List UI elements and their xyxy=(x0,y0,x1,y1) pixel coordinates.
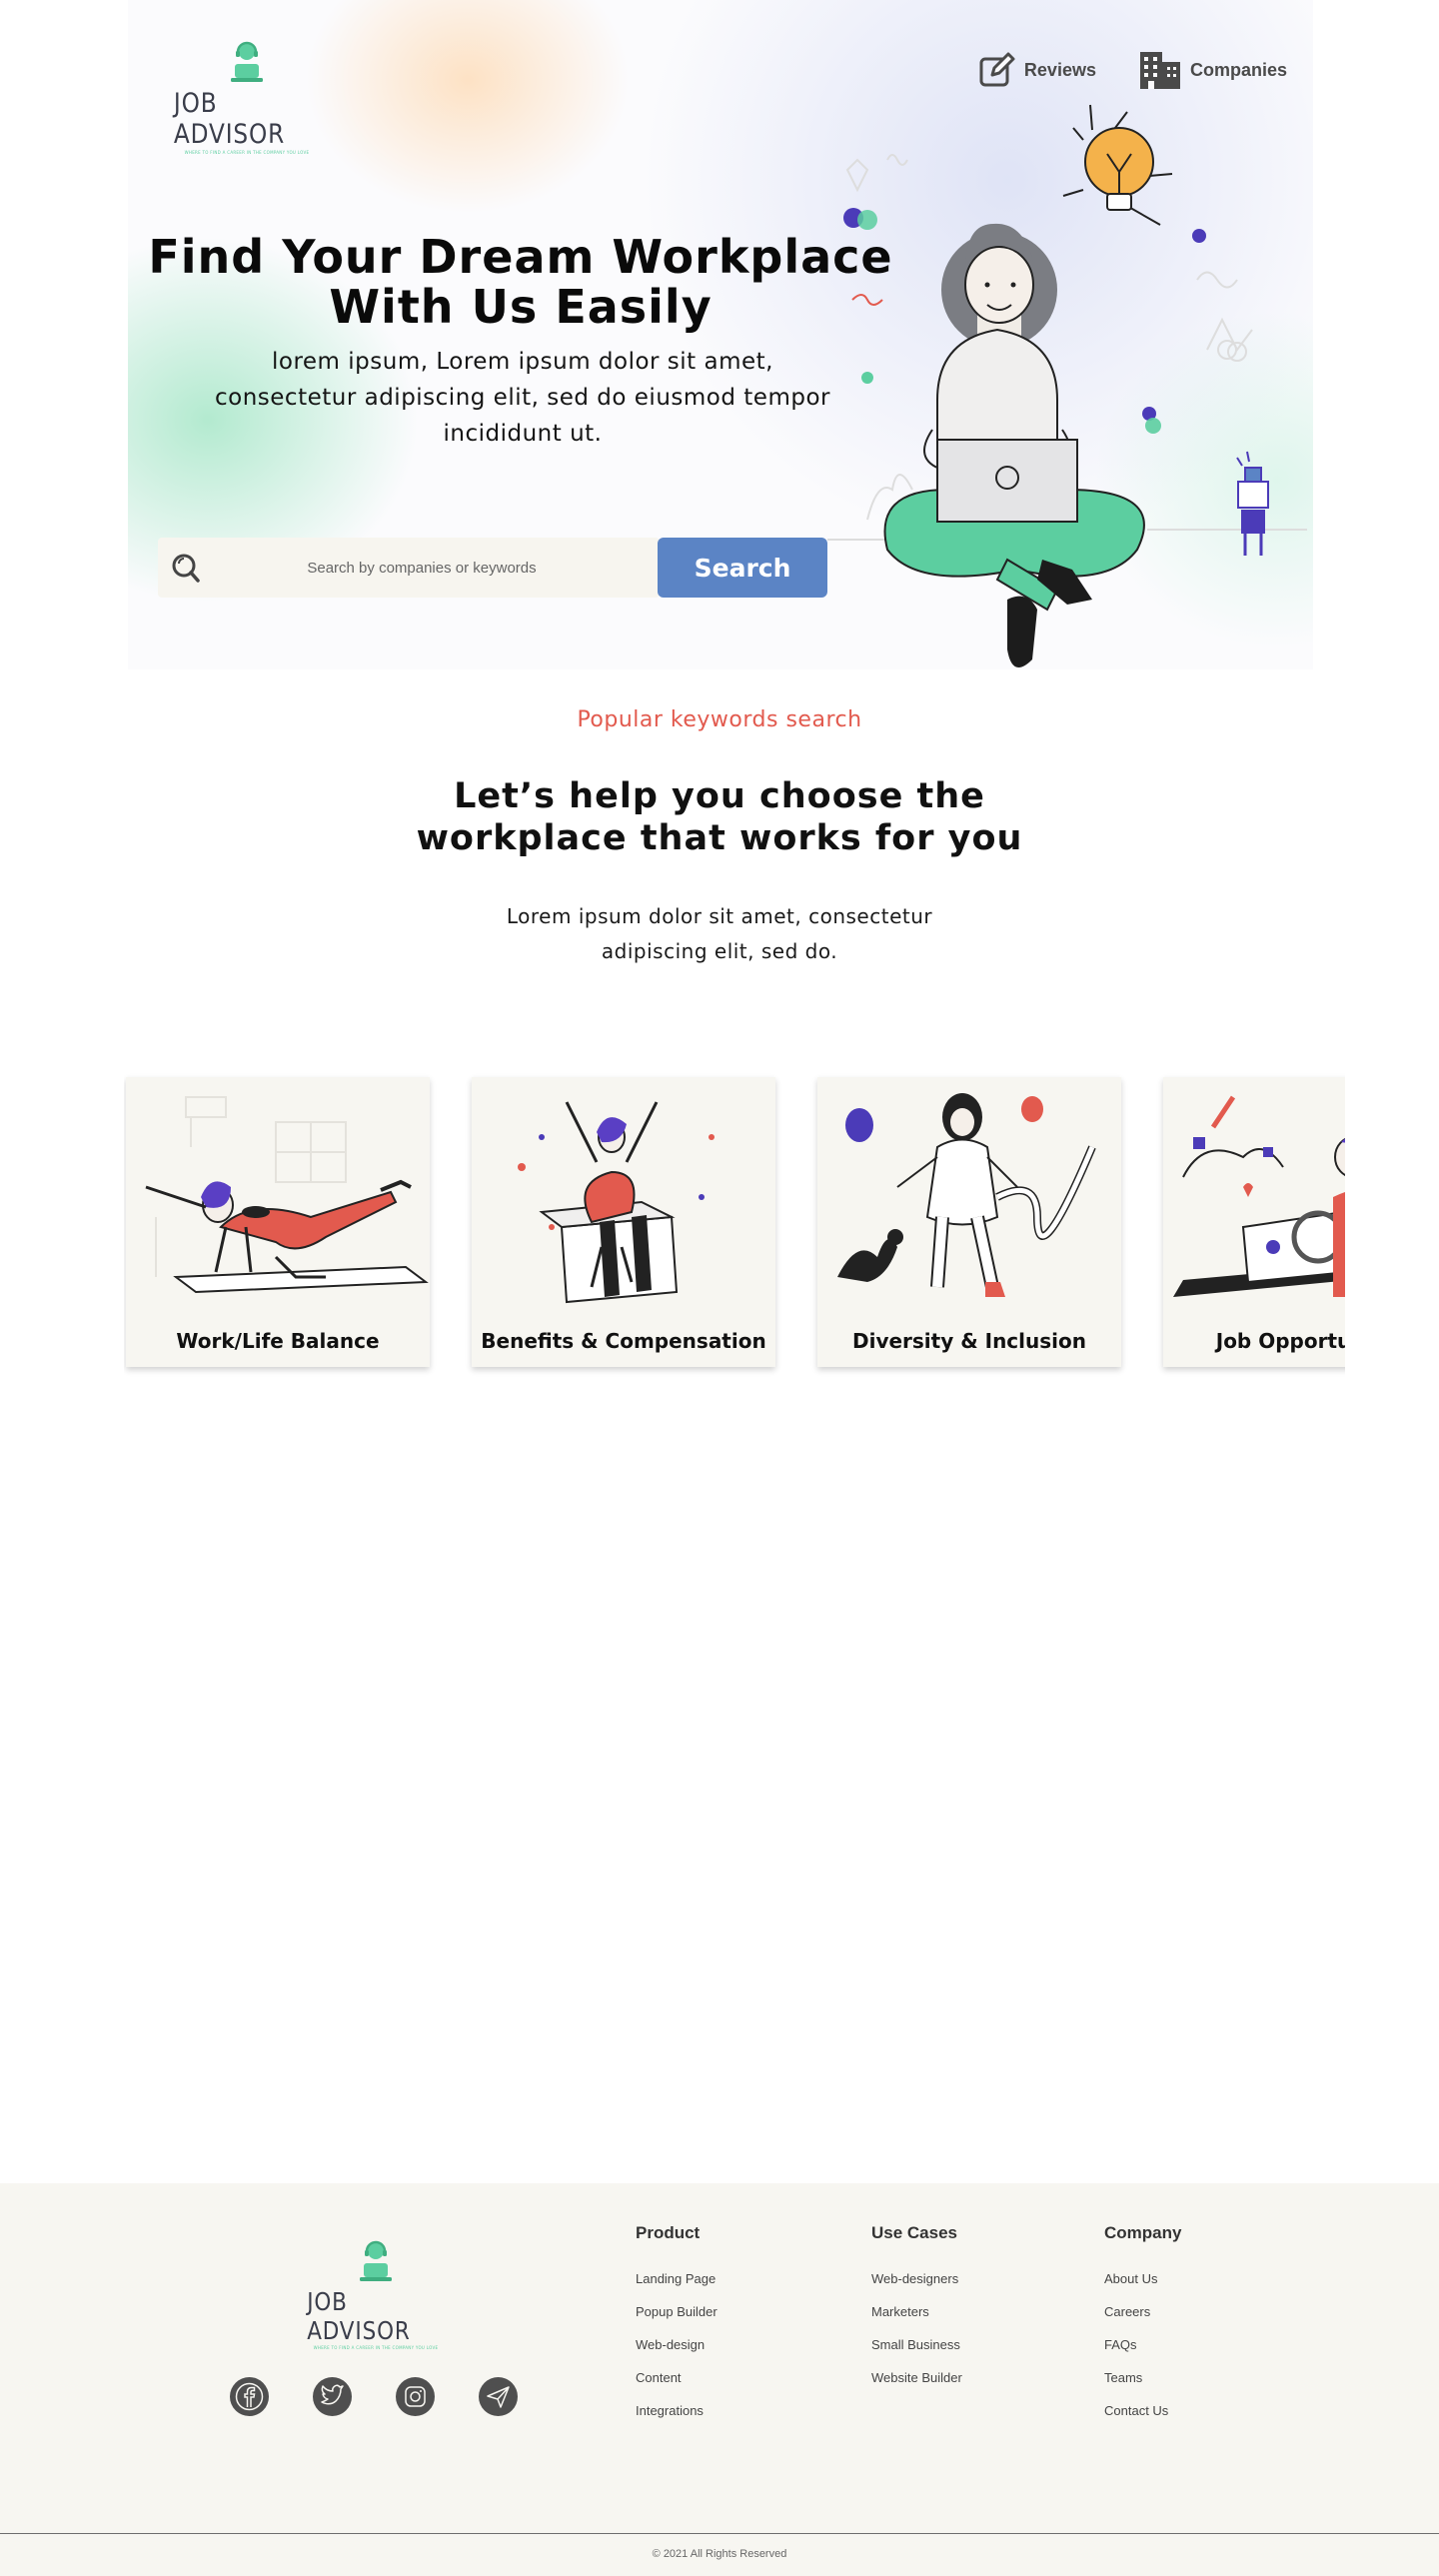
brand-tagline: WHERE TO FIND A CAREER IN THE COMPANY YO… xyxy=(184,150,310,155)
instagram-icon xyxy=(405,2386,426,2407)
footer-link[interactable]: Web-design xyxy=(636,2337,718,2352)
logo-person-laptop-icon xyxy=(360,2240,392,2281)
footer-link[interactable]: FAQs xyxy=(1104,2337,1181,2352)
footer-brand-tagline: WHERE TO FIND A CAREER IN THE COMPANY YO… xyxy=(313,2345,439,2350)
footer-link[interactable]: Contact Us xyxy=(1104,2403,1181,2418)
social-facebook[interactable] xyxy=(230,2377,269,2416)
top-nav: Reviews Companies xyxy=(978,50,1287,90)
social-links xyxy=(230,2377,518,2416)
section-title-line1: Let’s help you choose the xyxy=(454,776,985,816)
section-title-line2: workplace that works for you xyxy=(416,818,1023,858)
copyright-text: © 2021 All Rights Reserved xyxy=(652,2548,787,2560)
footer-column-title: Product xyxy=(636,2223,701,2242)
footer-link[interactable]: Popup Builder xyxy=(636,2304,718,2319)
footer-link[interactable]: Web-designers xyxy=(871,2271,962,2286)
section-subtitle-line2: adipiscing elit, sed do. xyxy=(601,939,838,963)
brand-name: JOB ADVISOR xyxy=(173,88,286,150)
footer-link[interactable]: About Us xyxy=(1104,2271,1181,2286)
section-subtitle-line1: Lorem ipsum dolor sit amet, consectetur xyxy=(506,904,933,928)
footer-link[interactable]: Landing Page xyxy=(636,2271,718,2286)
footer-column-title: Use Cases xyxy=(871,2223,958,2242)
popular-keywords-label: Popular keywords search xyxy=(577,707,862,732)
footer-link[interactable]: Content xyxy=(636,2370,718,2385)
footer-brand-name: JOB ADVISOR xyxy=(307,2287,411,2345)
card-label: Job Opportunities xyxy=(1215,1329,1345,1353)
edit-icon xyxy=(979,52,1015,87)
card-diversity-inclusion[interactable]: Diversity & Inclusion xyxy=(817,1077,1121,1367)
footer-column-product: Product Landing Page Popup Builder Web-d… xyxy=(636,2223,718,2436)
footer-column-use-cases: Use Cases Web-designers Marketers Small … xyxy=(871,2223,962,2403)
footer-link[interactable]: Small Business xyxy=(871,2337,962,2352)
category-cards-carousel[interactable]: Work/Life Balance Benefits & Compensatio… xyxy=(124,1069,1345,1381)
search-button[interactable]: Search xyxy=(658,538,827,598)
card-label: Work/Life Balance xyxy=(176,1329,380,1353)
search-icon xyxy=(172,554,200,583)
card-label: Benefits & Compensation xyxy=(481,1329,766,1353)
twitter-icon xyxy=(321,2384,344,2405)
footer-column-title: Company xyxy=(1104,2223,1182,2242)
woman-laptop-illustration xyxy=(827,104,1307,667)
card-job-opportunities[interactable]: Job Opportunities xyxy=(1163,1077,1345,1367)
footer-link[interactable]: Website Builder xyxy=(871,2370,962,2385)
facebook-icon xyxy=(235,2382,264,2411)
hero-title: Find Your Dream Workplace With Us Easily xyxy=(128,232,913,332)
nav-companies[interactable]: Companies xyxy=(1138,50,1287,90)
card-work-life-balance[interactable]: Work/Life Balance xyxy=(126,1077,430,1367)
astronaut-illustration xyxy=(837,1093,1096,1297)
desk-laptop-illustration xyxy=(1173,1095,1345,1297)
nav-companies-label: Companies xyxy=(1189,59,1287,80)
section-subtitle: Lorem ipsum dolor sit amet, consectetur … xyxy=(0,899,1439,969)
brand-logo[interactable]: JOB ADVISOR WHERE TO FIND A CAREER IN TH… xyxy=(162,40,332,155)
section-title: Let’s help you choose the workplace that… xyxy=(0,775,1439,859)
gift-box-illustration xyxy=(518,1101,715,1304)
footer: JOB ADVISOR WHERE TO FIND A CAREER IN TH… xyxy=(0,2183,1439,2576)
social-send[interactable] xyxy=(479,2377,518,2416)
footer-link[interactable]: Marketers xyxy=(871,2304,962,2319)
hero-section: JOB ADVISOR WHERE TO FIND A CAREER IN TH… xyxy=(128,0,1313,669)
nav-reviews[interactable]: Reviews xyxy=(978,51,1096,89)
logo-person-laptop-icon xyxy=(231,41,263,82)
hero-subtitle: lorem ipsum, Lorem ipsum dolor sit amet,… xyxy=(215,349,830,447)
footer-link[interactable]: Careers xyxy=(1104,2304,1181,2319)
social-twitter[interactable] xyxy=(313,2377,352,2416)
footer-divider xyxy=(0,2533,1439,2534)
yoga-illustration xyxy=(145,1096,429,1294)
footer-link[interactable]: Teams xyxy=(1104,2370,1181,2385)
hero-title-line1: Find Your Dream Workplace xyxy=(148,230,893,284)
footer-link[interactable]: Integrations xyxy=(636,2403,718,2418)
card-label: Diversity & Inclusion xyxy=(851,1329,1086,1353)
building-icon xyxy=(1139,52,1180,89)
card-benefits-compensation[interactable]: Benefits & Compensation xyxy=(472,1077,775,1367)
send-icon xyxy=(487,2386,510,2408)
nav-reviews-label: Reviews xyxy=(1023,59,1096,80)
hero-title-line2: With Us Easily xyxy=(329,280,713,334)
footer-column-company: Company About Us Careers FAQs Teams Cont… xyxy=(1104,2223,1181,2436)
footer-brand-logo[interactable]: JOB ADVISOR WHERE TO FIND A CAREER IN TH… xyxy=(296,2239,456,2350)
search-input[interactable] xyxy=(222,559,622,577)
search-bar xyxy=(158,538,660,598)
social-instagram[interactable] xyxy=(396,2377,435,2416)
